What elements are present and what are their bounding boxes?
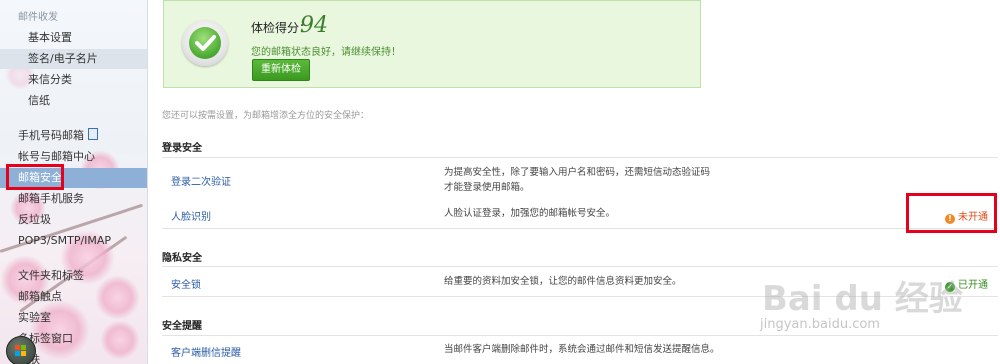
nav-item-label: 邮箱触点: [18, 290, 62, 303]
phone-icon: [88, 128, 98, 140]
nav-item-label: 来信分类: [28, 73, 72, 86]
score-value: 94: [300, 13, 328, 38]
check-shield-icon: [182, 20, 228, 66]
nav-item-mobile-service[interactable]: 邮箱手机服务: [0, 189, 147, 209]
nav-item-label: 基本设置: [28, 31, 72, 44]
section-title-privacy: 隐私安全: [162, 253, 202, 264]
client-delete-alert-desc: 当邮件客户端删除邮件时，系统会通过邮件和短信发送提醒信息。: [444, 344, 720, 355]
nav-item-spam[interactable]: 反垃圾: [0, 210, 147, 230]
two-step-verification-link[interactable]: 登录二次验证: [171, 173, 231, 188]
windows-start-button[interactable]: [6, 336, 36, 364]
nav-item-label: 邮箱手机服务: [18, 192, 84, 205]
highlight-box-face-status: [906, 193, 997, 233]
nav-item-folders-tags[interactable]: 文件夹和标签: [0, 266, 147, 286]
nav-item-stationery[interactable]: 信纸: [0, 91, 147, 111]
nav-item-label: 信纸: [28, 94, 50, 107]
baidu-watermark: Bai du 经验 jingyan.baidu.com: [750, 265, 1000, 364]
nav-item-pop3[interactable]: POP3/SMTP/IMAP: [0, 231, 147, 251]
two-step-verification-desc: 为提高安全性，除了要输入用户名和密码，还需短信动态验证码才能登录使用邮箱。: [444, 167, 711, 193]
windows-logo-icon-part: [15, 351, 20, 356]
nav-item-lab[interactable]: 实验室: [0, 308, 147, 328]
nav-item-incoming-category[interactable]: 来信分类: [0, 70, 147, 90]
nav-item-label: 文件夹和标签: [18, 269, 84, 282]
nav-item-phone-mailbox[interactable]: 手机号码邮箱: [0, 126, 147, 146]
nav-group-label: 邮件收发: [18, 12, 58, 23]
security-hint: 您还可以按需设置，为邮箱增添全方位的安全保护：: [162, 111, 370, 121]
section-title-login: 登录安全: [162, 143, 202, 154]
face-recognition-desc: 人脸认证登录，加强您的邮箱帐号安全。: [444, 208, 616, 219]
score-message: 您的邮箱状态良好，请继续保持！: [251, 47, 401, 58]
windows-logo-icon-part: [21, 345, 26, 350]
nav-item-signature[interactable]: 签名/电子名片: [0, 49, 147, 69]
highlight-box-security-nav: [6, 164, 64, 190]
nav-item-label: 实验室: [18, 311, 51, 324]
divider: [162, 157, 998, 158]
recheck-button[interactable]: 重新体检: [252, 59, 310, 81]
health-check-panel: 体检得分： 94 您的邮箱状态良好，请继续保持！ 重新体检: [163, 0, 701, 88]
nav-item-mail-touch[interactable]: 邮箱触点: [0, 287, 147, 307]
security-lock-desc: 给重要的资料加安全锁，让您的邮件信息资料更加安全。: [444, 276, 682, 287]
nav-item-label: 签名/电子名片: [28, 52, 98, 65]
client-delete-alert-link[interactable]: 客户端删信提醒: [171, 344, 241, 359]
nav-item-label: POP3/SMTP/IMAP: [18, 234, 112, 247]
checkmark-icon: [195, 35, 216, 51]
baidu-logo: Bai du 经验: [762, 279, 963, 319]
section-title-alert: 安全提醒: [162, 321, 202, 332]
nav-group-mail: 邮件收发: [0, 8, 147, 28]
security-lock-link[interactable]: 安全锁: [171, 276, 201, 291]
face-recognition-link[interactable]: 人脸识别: [171, 208, 211, 223]
watermark-url: jingyan.baidu.com: [760, 317, 880, 332]
divider: [162, 228, 998, 229]
windows-logo-icon-part: [21, 351, 26, 356]
nav-item-basic-settings[interactable]: 基本设置: [0, 28, 147, 48]
nav-item-label: 手机号码邮箱: [18, 129, 84, 142]
nav-item-label: 反垃圾: [18, 213, 51, 226]
check-shield-inner: [189, 27, 221, 59]
windows-logo-icon: [15, 345, 20, 350]
